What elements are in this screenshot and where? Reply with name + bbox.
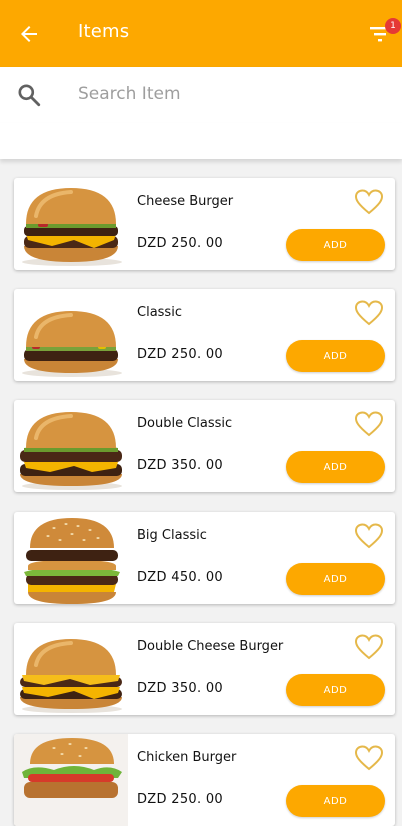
arrow-left-icon[interactable]: [16, 22, 42, 46]
burger-image: [22, 188, 122, 266]
item-name: Cheese Burger: [137, 194, 234, 209]
filter-strip: [0, 123, 402, 159]
item-card[interactable]: Classic DZD 250. 00 ADD: [14, 289, 395, 381]
add-button[interactable]: ADD: [286, 563, 385, 595]
item-card[interactable]: Cheese Burger DZD 250. 00 ADD: [14, 178, 395, 270]
filter-count-badge: 1: [385, 18, 401, 34]
burger-image: [22, 311, 122, 377]
heart-outline-icon[interactable]: [355, 189, 383, 215]
page-title: Items: [78, 21, 130, 42]
item-name: Big Classic: [137, 528, 207, 543]
item-card[interactable]: Double Classic DZD 350. 00 ADD: [14, 400, 395, 492]
app-bar: Items 1: [0, 0, 402, 67]
heart-outline-icon[interactable]: [355, 300, 383, 326]
item-price: DZD 450. 00: [137, 570, 223, 585]
add-button[interactable]: ADD: [286, 229, 385, 261]
burger-image: [20, 639, 122, 713]
heart-outline-icon[interactable]: [355, 634, 383, 660]
burger-image: [14, 734, 128, 826]
add-button[interactable]: ADD: [286, 785, 385, 817]
heart-outline-icon[interactable]: [355, 523, 383, 549]
item-name: Chicken Burger: [137, 750, 237, 765]
item-name: Classic: [137, 305, 182, 320]
add-button[interactable]: ADD: [286, 674, 385, 706]
heart-outline-icon[interactable]: [355, 745, 383, 771]
search-bar: [0, 67, 402, 123]
item-card[interactable]: Double Cheese Burger DZD 350. 00 ADD: [14, 623, 395, 715]
item-price: DZD 350. 00: [137, 681, 223, 696]
heart-outline-icon[interactable]: [355, 411, 383, 437]
burger-image: [20, 412, 122, 490]
item-price: DZD 250. 00: [137, 347, 223, 362]
item-price: DZD 250. 00: [137, 236, 223, 251]
burger-image: [24, 518, 120, 604]
item-price: DZD 350. 00: [137, 458, 223, 473]
add-button[interactable]: ADD: [286, 451, 385, 483]
item-name: Double Classic: [137, 416, 233, 431]
item-card[interactable]: Big Classic DZD 450. 00 ADD: [14, 512, 395, 604]
item-card[interactable]: Chicken Burger DZD 250. 00 ADD: [14, 734, 395, 826]
add-button[interactable]: ADD: [286, 340, 385, 372]
item-name: Double Cheese Burger: [137, 639, 284, 654]
search-icon: [18, 84, 41, 107]
search-input[interactable]: [78, 79, 378, 109]
